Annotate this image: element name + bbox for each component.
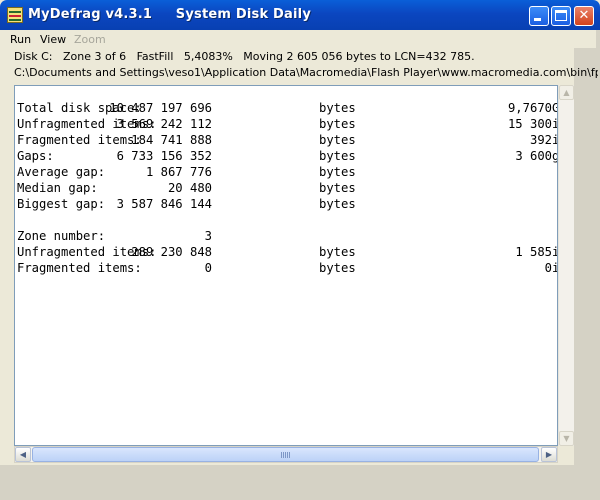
maximize-button[interactable] <box>551 6 571 26</box>
stat-secondary-value: 392 <box>529 133 552 147</box>
close-icon: ✕ <box>578 8 590 23</box>
stat-label: Biggest gap: <box>17 197 106 211</box>
menu-view[interactable]: View <box>40 33 66 46</box>
arrow-left-icon: ◀ <box>19 450 27 459</box>
grip-icon <box>281 452 290 458</box>
horizontal-scrollbar[interactable]: ◀ ▶ <box>14 446 558 463</box>
mydefrag-app-icon[interactable] <box>7 7 23 23</box>
stat-row: Biggest gap: 3 587 846 144 bytes <box>17 196 557 212</box>
stat-unit: bytes <box>319 197 356 211</box>
progress-status-line: Disk C: Zone 3 of 6 FastFill 5,4083% Mov… <box>14 50 475 63</box>
stat-label: Fragmented items: <box>17 261 142 275</box>
menu-bar: Run View Zoom <box>4 30 596 48</box>
menu-run[interactable]: Run <box>10 33 31 46</box>
stat-label: Gaps: <box>17 149 54 163</box>
window-frame-right <box>574 30 600 500</box>
maximize-icon <box>555 10 567 21</box>
arrow-down-icon: ▼ <box>563 434 570 443</box>
scroll-thumb[interactable] <box>32 447 539 462</box>
arrow-right-icon: ▶ <box>545 450 553 459</box>
stat-label: Fragmented items: <box>17 133 142 147</box>
scroll-down-button[interactable]: ▼ <box>559 431 574 446</box>
stat-label: Median gap: <box>17 181 98 195</box>
stat-row: Gaps:6 733 156 352bytes3 600gaps <box>17 148 557 164</box>
stat-value: 3 587 846 144 <box>116 197 212 211</box>
stat-row: Zone number: 3 <box>17 228 557 244</box>
stat-secondary-value: 15 300 <box>507 117 552 131</box>
stat-unit: bytes <box>319 261 356 275</box>
stat-unit: bytes <box>319 181 356 195</box>
stat-secondary-value: 3 600 <box>515 149 552 163</box>
stat-value: 6 733 156 352 <box>116 149 212 163</box>
stat-row: Unfragmented items: 3 569 242 112 bytes 15 … <box>17 116 557 132</box>
scroll-right-button[interactable]: ▶ <box>541 447 557 462</box>
stat-value: 10 487 197 696 <box>109 101 212 115</box>
stat-secondary-value: 0 <box>544 261 552 275</box>
close-button[interactable]: ✕ <box>574 6 594 26</box>
stat-label: Zone number: <box>17 229 106 243</box>
stat-value: 289 230 848 <box>131 245 212 259</box>
stat-row: Unfragmented items: 289 230 848 bytes 1 585… <box>17 244 557 260</box>
stat-value: 20 480 <box>167 181 212 195</box>
stat-value: 3 <box>204 229 212 243</box>
stat-row: Median gap: 20 480 bytes <box>17 180 557 196</box>
vertical-scrollbar[interactable]: ▲ ▼ <box>558 85 574 446</box>
stat-unit: bytes <box>319 149 356 163</box>
stat-unit: bytes <box>319 165 356 179</box>
stat-row: Average gap: 1 867 776 bytes <box>17 164 557 180</box>
stat-secondary-value: 9,7670 <box>507 101 552 115</box>
stat-unit: bytes <box>319 133 356 147</box>
statistics-pane: Total disk space: 10 487 197 696 bytes 9,76… <box>14 85 558 446</box>
stat-label: Average gap: <box>17 165 106 179</box>
menu-zoom[interactable]: Zoom <box>74 33 106 46</box>
current-file-path: C:\Documents and Settings\veso1\Applicat… <box>14 66 598 79</box>
arrow-up-icon: ▲ <box>563 88 570 97</box>
stat-unit: bytes <box>319 245 356 259</box>
stat-row: Fragmented items:0bytes0items <box>17 260 557 276</box>
stat-row: Fragmented items:184 741 888bytes392item… <box>17 132 557 148</box>
minimize-button[interactable] <box>529 6 549 26</box>
statistics-list: Total disk space: 10 487 197 696 bytes 9,76… <box>17 100 557 276</box>
stat-value: 0 <box>204 261 212 275</box>
stat-unit: bytes <box>319 117 356 131</box>
stat-row: Total disk space: 10 487 197 696 bytes 9,76… <box>17 100 557 116</box>
stat-value: 1 867 776 <box>145 165 212 179</box>
title-bar[interactable]: MyDefrag v4.3.1 System Disk Daily ✕ <box>0 0 600 30</box>
stat-secondary-value: 1 585 <box>515 245 552 259</box>
stat-unit: bytes <box>319 101 356 115</box>
window-title: MyDefrag v4.3.1 System Disk Daily <box>28 7 311 22</box>
scroll-left-button[interactable]: ◀ <box>15 447 31 462</box>
scroll-up-button[interactable]: ▲ <box>559 85 574 100</box>
stat-value: 3 569 242 112 <box>116 117 212 131</box>
window-frame-bottom <box>0 465 600 500</box>
minimize-icon <box>534 18 541 21</box>
stat-value: 184 741 888 <box>131 133 212 147</box>
